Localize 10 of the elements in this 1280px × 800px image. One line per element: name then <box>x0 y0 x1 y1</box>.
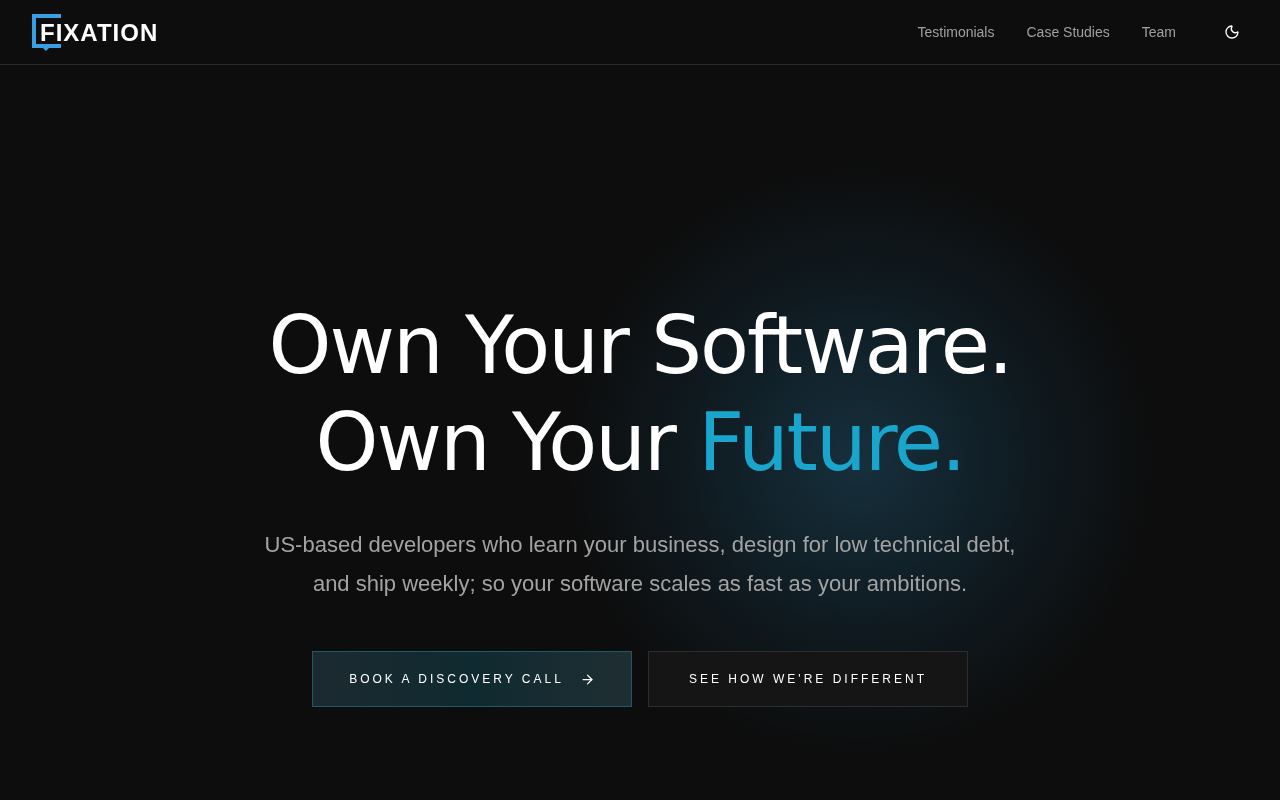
nav-link[interactable]: Team <box>1141 21 1176 43</box>
moon-icon <box>1224 24 1240 40</box>
arrow-icon <box>579 671 595 687</box>
nav-link[interactable]: Testimonials <box>917 21 995 43</box>
different-button[interactable]: SEE HOW WE'RE DIFFERENT <box>648 651 968 707</box>
headline: Own Your Software. Own Your Future. <box>268 298 1012 491</box>
hero-subtitle: US-based developers who learn your business, design for low technical debt, and ship weekly; so your software scales as fast as your ambitions. <box>263 531 1017 598</box>
discovery-call-button[interactable]: BOOK A DISCOVERY CALL <box>312 651 632 707</box>
logo[interactable]: FIXATION <box>32 14 159 50</box>
nav-link[interactable]: Case Studies <box>1026 21 1110 43</box>
